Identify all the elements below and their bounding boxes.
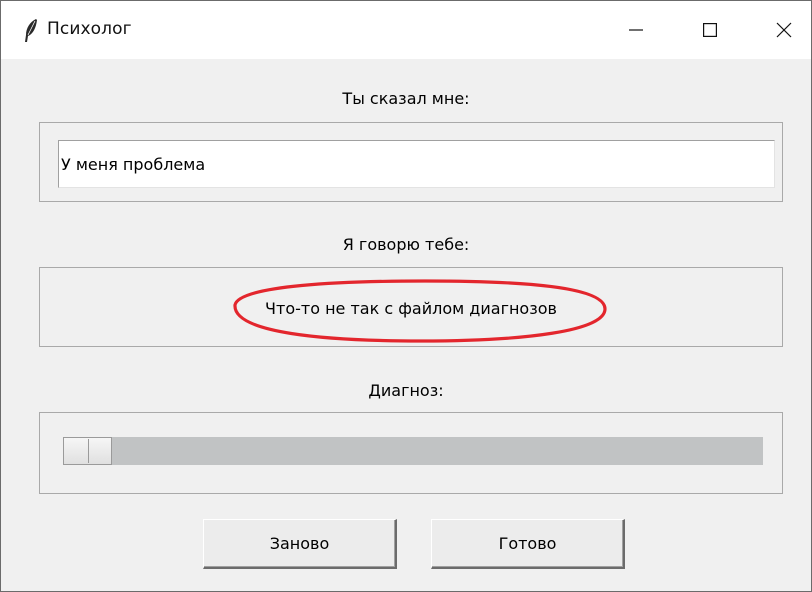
title-bar[interactable]: Психолог [1, 1, 811, 59]
user-input-field[interactable] [58, 140, 775, 188]
diagnosis-progressbar [63, 437, 763, 465]
you-said-label: Ты сказал мне: [342, 89, 470, 108]
feather-icon [23, 18, 39, 44]
progressbar-fill [63, 437, 112, 465]
close-icon [776, 22, 792, 38]
app-window: Психолог Ты сказал мне: Я говорю тебе: Ч… [0, 0, 812, 592]
maximize-button[interactable] [673, 1, 747, 59]
close-button[interactable] [747, 1, 812, 59]
maximize-icon [703, 23, 717, 37]
minimize-icon [629, 23, 643, 37]
done-button[interactable]: Готово [431, 519, 625, 569]
reset-button[interactable]: Заново [203, 519, 397, 569]
i-say-label: Я говорю тебе: [342, 235, 470, 254]
minimize-button[interactable] [599, 1, 673, 59]
response-text: Что-то не так с файлом диагнозов [265, 299, 557, 318]
diagnosis-label: Диагноз: [368, 381, 444, 400]
window-title: Психолог [47, 19, 132, 39]
